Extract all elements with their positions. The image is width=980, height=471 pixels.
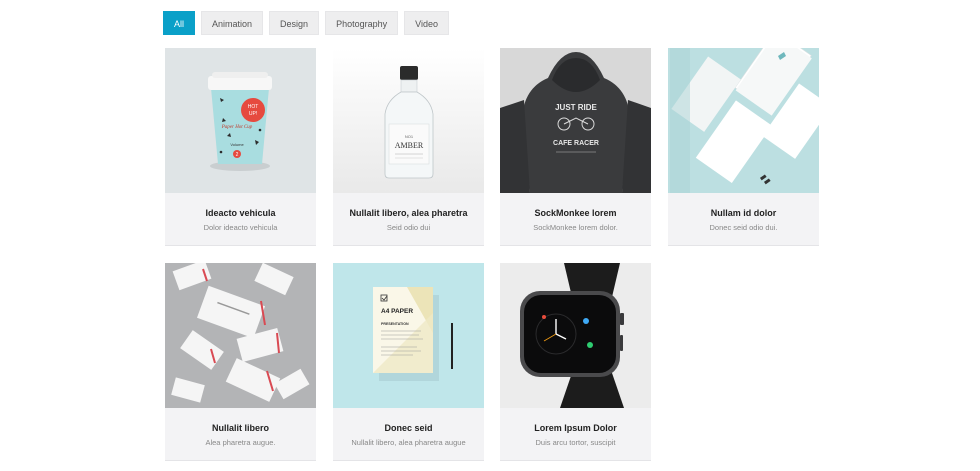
paper-subtitle: PRESENTATION xyxy=(381,322,409,326)
card-title[interactable]: Nullam id dolor xyxy=(668,208,819,218)
card-title[interactable]: Nullalit libero, alea pharetra xyxy=(333,208,484,218)
paper-cup-illustration: HOT UP! Paper Hot Cup Volume 2 xyxy=(165,48,316,193)
filter-bar: All Animation Design Photography Video xyxy=(163,11,455,35)
card-subtitle: Donec seid odio dui. xyxy=(709,223,778,232)
hoodie-bottom-text: CAFE RACER xyxy=(553,140,599,147)
card-subtitle: Seid odio dui xyxy=(386,223,431,232)
card-subtitle: SockMonkee lorem dolor. xyxy=(533,223,618,232)
filter-all-button[interactable]: All xyxy=(163,11,196,35)
filter-design-button[interactable]: Design xyxy=(269,11,320,35)
paper-title: A4 PAPER xyxy=(381,308,413,315)
filter-photography-button[interactable]: Photography xyxy=(325,11,399,35)
portfolio-card[interactable]: JUST RIDE CAFE RACER SockMonkee lorem So… xyxy=(500,48,651,246)
hoodie-illustration: JUST RIDE CAFE RACER xyxy=(500,48,651,193)
smartwatch-illustration xyxy=(500,263,651,408)
flying-cards-illustration xyxy=(165,263,316,408)
bottle-number: NO1 xyxy=(405,134,414,139)
cup-brand: Paper Hot Cup xyxy=(221,125,253,130)
business-cards-illustration xyxy=(668,48,819,193)
cup-number: 2 xyxy=(236,152,239,158)
cup-badge-line2: UP! xyxy=(249,111,257,117)
smartwatch-image[interactable] xyxy=(500,263,651,408)
portfolio-card[interactable]: Lorem Ipsum Dolor Duis arcu tortor, susc… xyxy=(500,263,651,461)
paper-cup-image[interactable]: HOT UP! Paper Hot Cup Volume 2 xyxy=(165,48,316,193)
card-subtitle: Alea pharetra augue. xyxy=(205,438,276,447)
card-title[interactable]: Donec seid xyxy=(333,423,484,433)
card-subtitle: Nullalit libero, alea pharetra augue xyxy=(351,438,466,447)
card-title[interactable]: Nullalit libero xyxy=(165,423,316,433)
card-title[interactable]: SockMonkee lorem xyxy=(500,208,651,218)
hoodie-image[interactable]: JUST RIDE CAFE RACER xyxy=(500,48,651,193)
card-title[interactable]: Ideacto vehicula xyxy=(165,208,316,218)
a4-paper-illustration: A4 PAPER PRESENTATION xyxy=(333,263,484,408)
portfolio-card[interactable]: Nullalit libero Alea pharetra augue. xyxy=(165,263,316,461)
filter-video-button[interactable]: Video xyxy=(404,11,449,35)
card-subtitle: Duis arcu tortor, suscipit xyxy=(535,438,616,447)
business-cards-image[interactable] xyxy=(668,48,819,193)
hoodie-top-text: JUST RIDE xyxy=(555,103,597,112)
portfolio-card[interactable]: NO1 AMBER Nullalit libero, alea pharetra… xyxy=(333,48,484,246)
bottle-label: AMBER xyxy=(395,141,424,150)
a4-paper-image[interactable]: A4 PAPER PRESENTATION xyxy=(333,263,484,408)
card-title[interactable]: Lorem Ipsum Dolor xyxy=(500,423,651,433)
card-subtitle: Dolor ideacto vehicula xyxy=(203,223,278,232)
cup-volume: Volume xyxy=(230,142,244,147)
flying-cards-image[interactable] xyxy=(165,263,316,408)
filter-animation-button[interactable]: Animation xyxy=(201,11,264,35)
cup-badge-line1: HOT xyxy=(248,104,259,110)
portfolio-card[interactable]: A4 PAPER PRESENTATION Donec seid Nullali… xyxy=(333,263,484,461)
portfolio-card[interactable]: Nullam id dolor Donec seid odio dui. xyxy=(668,48,819,246)
glass-bottle-image[interactable]: NO1 AMBER xyxy=(333,48,484,193)
glass-bottle-illustration: NO1 AMBER xyxy=(333,48,484,193)
portfolio-card[interactable]: HOT UP! Paper Hot Cup Volume 2 Ideacto v… xyxy=(165,48,316,246)
